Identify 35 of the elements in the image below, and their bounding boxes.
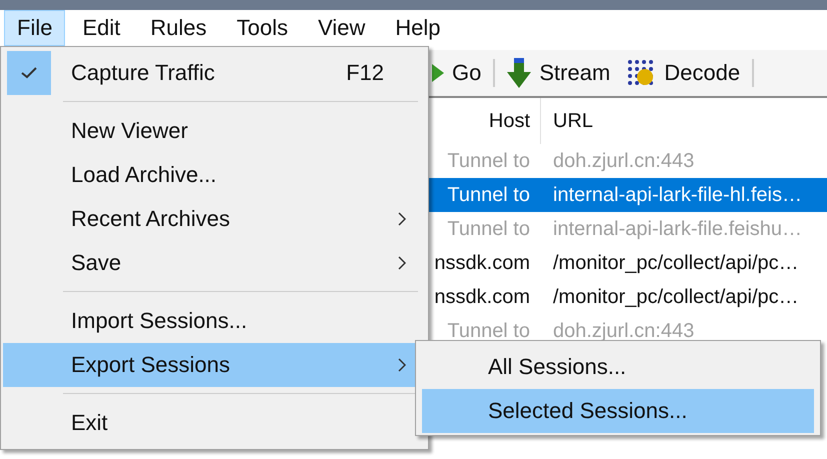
menu-item[interactable]: New Viewer [3, 109, 426, 153]
session-row[interactable]: Tunnel to internal-api-lark-file-hl.feis… [428, 178, 827, 212]
menu-title[interactable]: File [4, 10, 66, 46]
url-cell-text: internal-api-lark-file-hl.feis… [552, 184, 802, 206]
menu-title[interactable]: View [304, 10, 378, 46]
url-cell-text: doh.zjurl.cn:443 [552, 320, 694, 342]
menu-title[interactable]: Tools [224, 10, 301, 46]
session-row[interactable]: nssdk.com /monitor_pc/collect/api/pc… [428, 280, 827, 314]
down-arrow-icon [507, 58, 532, 88]
host-cell-text: Tunnel to [446, 150, 531, 172]
menu-item[interactable]: Load Archive... [3, 153, 426, 197]
toolbar-button[interactable]: Decode [622, 58, 744, 88]
menu-title[interactable]: Edit [69, 10, 134, 46]
menu-item[interactable]: Recent Archives [3, 197, 426, 241]
host-cell-text: Tunnel to [446, 218, 531, 240]
submenu-item[interactable]: Selected Sessions... [422, 389, 814, 433]
url-cell-text: /monitor_pc/collect/api/pc… [552, 286, 799, 308]
check-icon [21, 67, 37, 79]
menu-title[interactable]: Help [382, 10, 454, 46]
session-row[interactable]: nssdk.com /monitor_pc/collect/api/pc… [428, 246, 827, 280]
host-cell-text: nssdk.com [433, 252, 531, 274]
host-cell-text: Tunnel to [446, 320, 531, 342]
host-cell-text: Tunnel to [446, 184, 531, 206]
menu-title[interactable]: Rules [137, 10, 220, 46]
menu-item[interactable]: Save [3, 241, 426, 285]
url-cell-text: /monitor_pc/collect/api/pc… [552, 252, 799, 274]
toolbar-button[interactable]: Go [428, 60, 486, 86]
url-cell-text: doh.zjurl.cn:443 [552, 150, 694, 172]
toolbar-button[interactable]: Stream [503, 58, 614, 88]
menu-item[interactable]: Capture Traffic F12 [3, 51, 426, 95]
host-cell-text: nssdk.com [433, 286, 531, 308]
column-header[interactable]: URL [541, 110, 594, 132]
play-icon [432, 62, 444, 84]
menu-item[interactable]: Import Sessions... [3, 299, 426, 343]
url-cell-text: internal-api-lark-file.feishu… [552, 218, 802, 240]
